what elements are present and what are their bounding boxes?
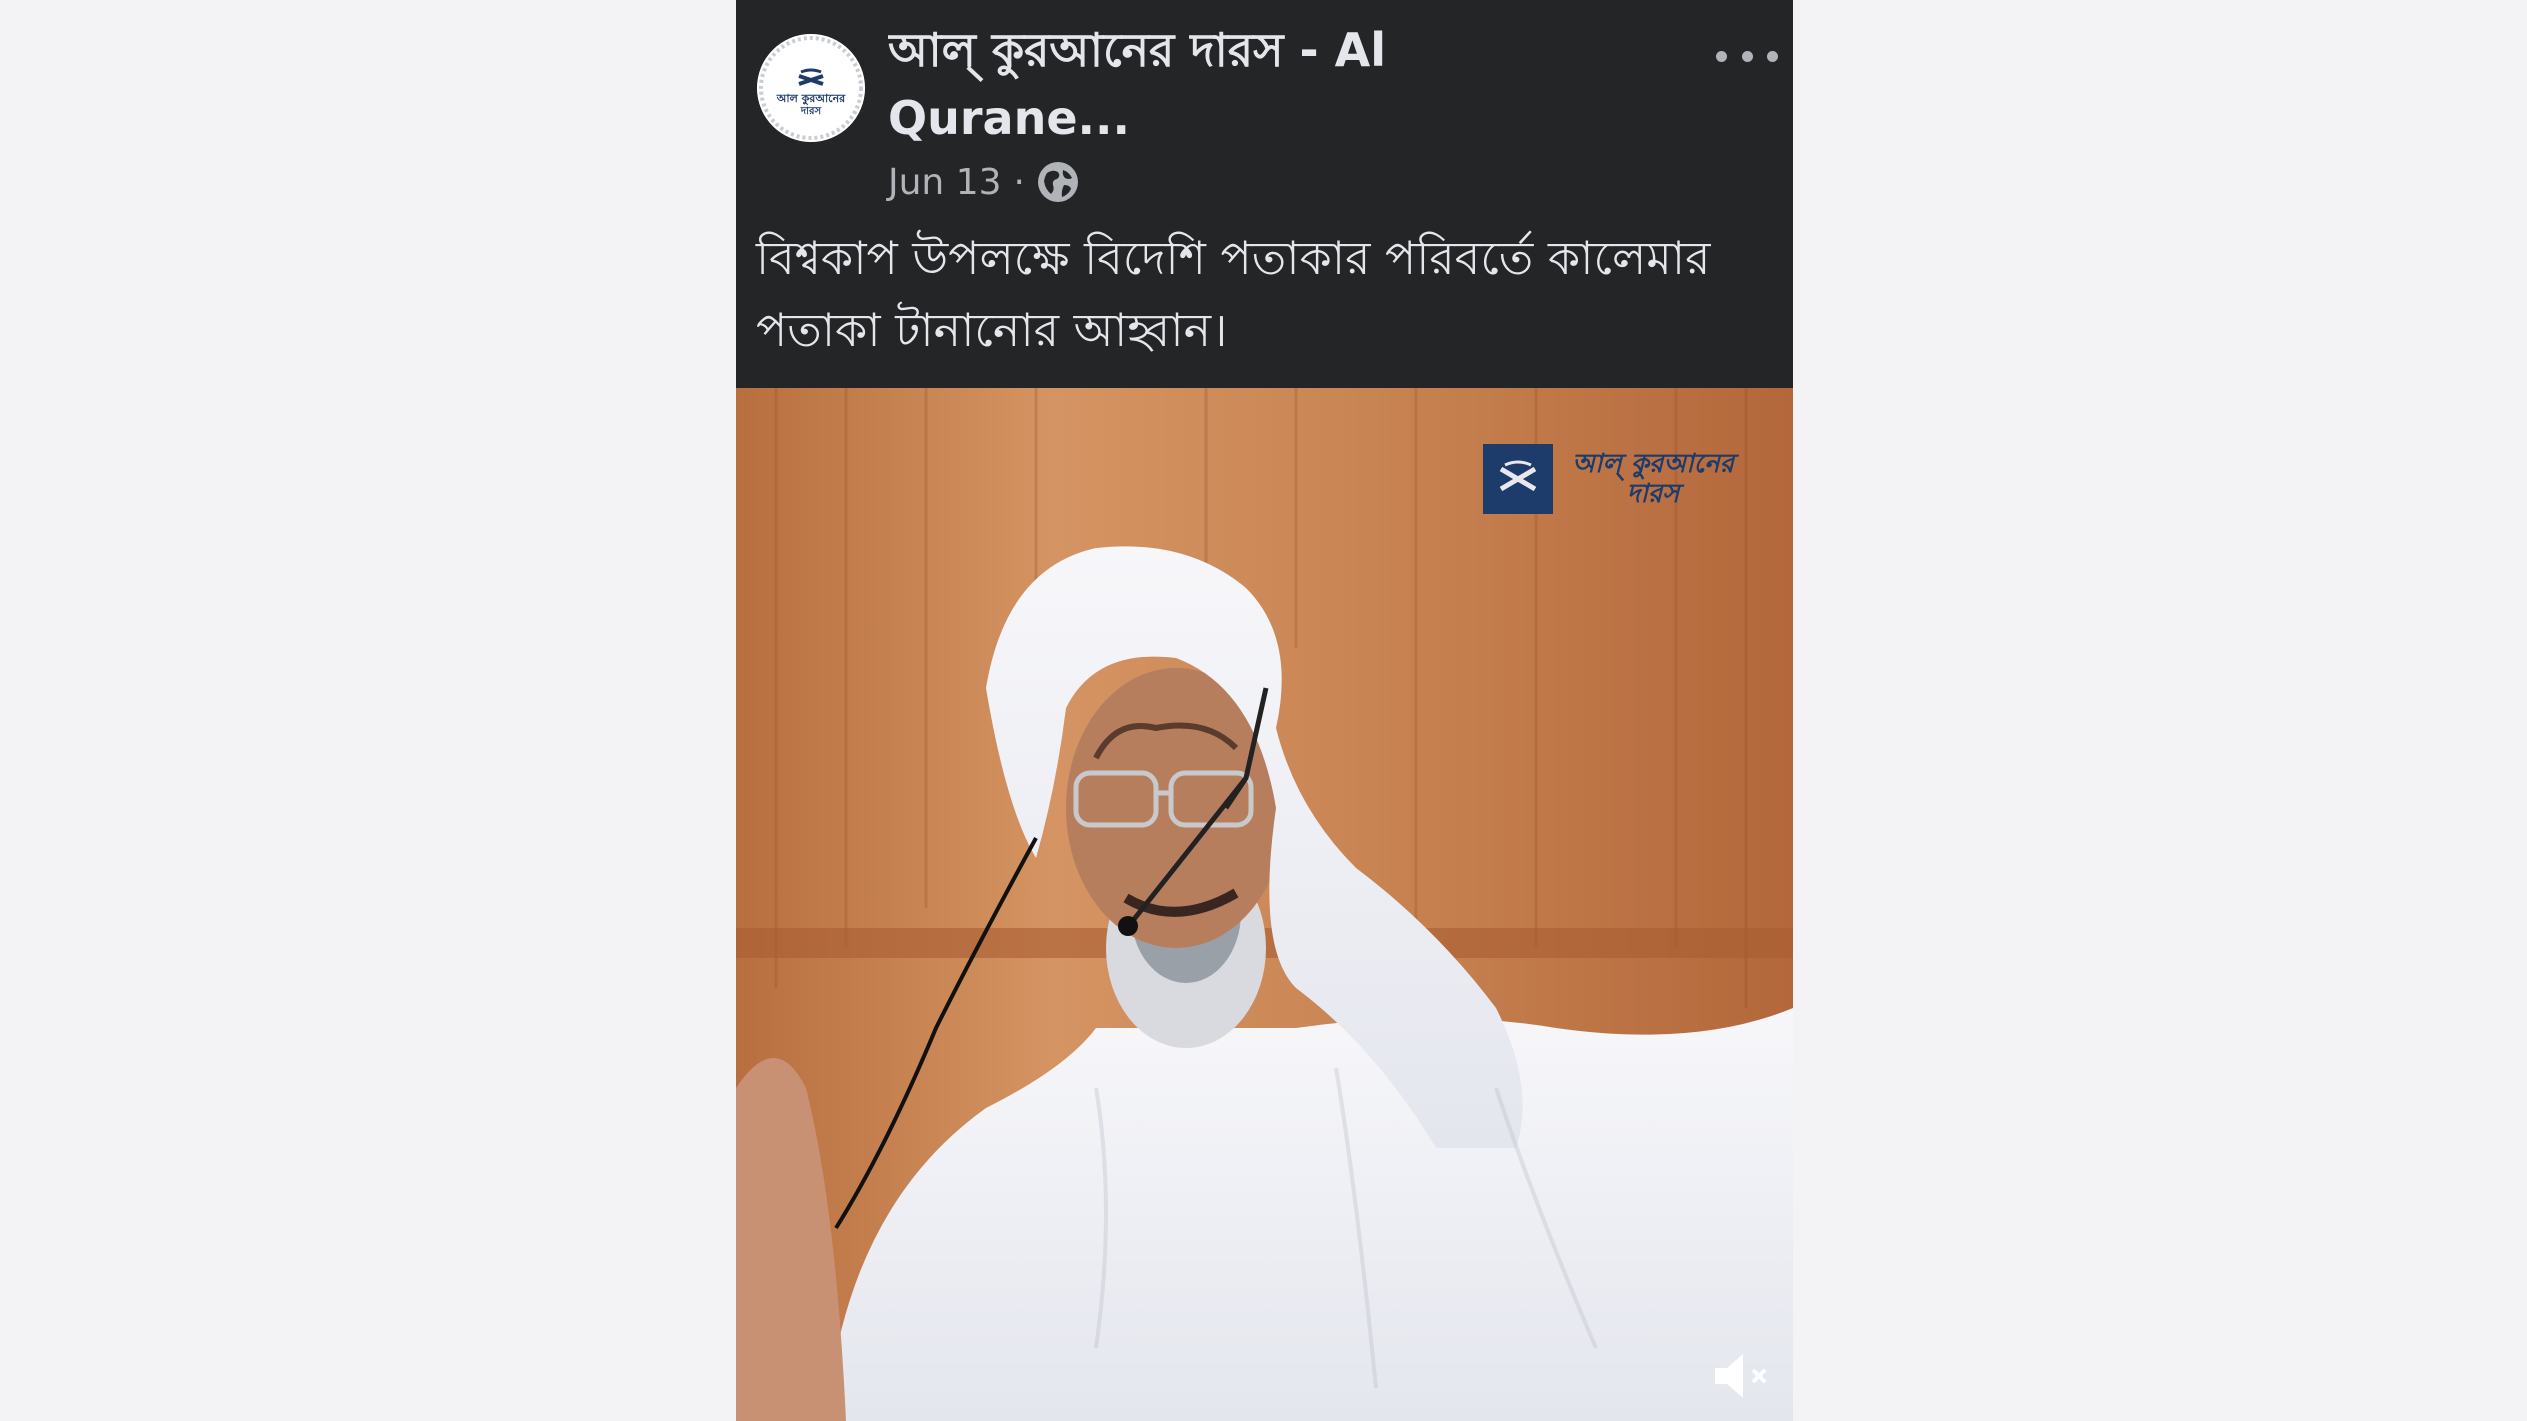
post-caption: বিশ্বকাপ উপলক্ষে বিদেশি পতাকার পরিবর্তে … <box>756 231 1711 357</box>
page-name[interactable]: আল্ কুরআনের দারস - Al Qurane... <box>888 16 1528 152</box>
svg-text:দারস: দারস <box>800 106 822 117</box>
muted-speaker-icon[interactable] <box>1711 1348 1777 1404</box>
video-post: আল কুরআনের দারস আল্ কুরআনের দারস - Al Qu… <box>736 0 1793 1421</box>
video-player[interactable]: আল্ কুরআনের দারস <box>736 388 1793 1421</box>
more-dot <box>1741 50 1753 62</box>
watermark-text: আল্ কুরআনের দারস <box>1572 449 1734 509</box>
meta-separator: · <box>1013 161 1025 203</box>
svg-text:আল কুরআনের: আল কুরআনের <box>776 92 846 106</box>
more-options-icon[interactable] <box>1716 38 1778 74</box>
post-meta: Jun 13 · <box>888 156 1079 208</box>
post-header: আল কুরআনের দারস আল্ কুরআনের দারস - Al Qu… <box>736 0 1793 388</box>
page-logo: আল কুরআনের দারস <box>757 34 865 142</box>
video-frame <box>736 388 1793 1421</box>
page-avatar[interactable]: আল কুরআনের দারস <box>757 34 865 142</box>
globe-icon <box>1037 161 1079 203</box>
post-date[interactable]: Jun 13 <box>888 162 1002 203</box>
more-dot <box>1716 50 1727 62</box>
channel-watermark: আল্ কুরআনের দারস <box>1483 444 1743 514</box>
watermark-logo-icon <box>1483 444 1553 514</box>
more-dot <box>1767 50 1778 62</box>
